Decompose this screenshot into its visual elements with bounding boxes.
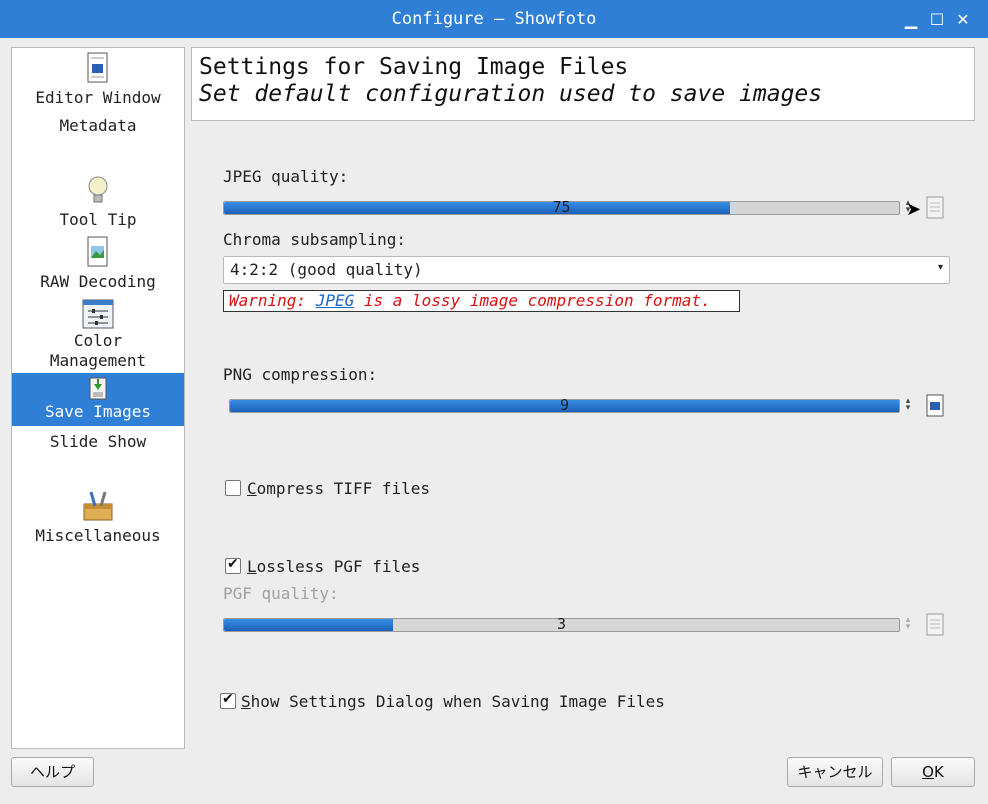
sidebar-item-label: Color — [73, 331, 123, 350]
warning-prefix: Warning: — [229, 291, 316, 310]
lossless-pgf-checkbox[interactable]: ✔ — [225, 556, 241, 574]
toolbox-icon — [83, 491, 113, 521]
window-controls: ▁ ☐ ✕ — [898, 0, 976, 38]
sidebar-item-label: Management — [49, 351, 147, 370]
sidebar-item-label: Editor Window — [35, 88, 161, 107]
page-title: Settings for Saving Image Files — [199, 54, 629, 80]
sidebar-item-miscellaneous[interactable]: Miscellaneous — [12, 490, 184, 550]
png-compression-label: PNG compression: — [223, 365, 378, 384]
color-management-icon — [82, 299, 114, 329]
jpeg-link[interactable]: JPEG — [316, 291, 355, 310]
mouse-cursor-icon: ➤ — [906, 199, 922, 220]
compress-tiff-checkbox[interactable] — [225, 480, 241, 496]
window-title: Configure — Showfoto — [391, 9, 597, 29]
show-settings-dialog-label[interactable]: Show Settings Dialog when Saving Image F… — [241, 692, 665, 711]
close-icon[interactable]: ✕ — [950, 10, 976, 29]
compress-tiff-label[interactable]: Compress TIFF files — [247, 479, 430, 498]
jpeg-quality-slider[interactable]: 75 — [223, 198, 900, 216]
sidebar-item-color-management[interactable]: Color Management — [12, 299, 184, 371]
sidebar-item-label: RAW Decoding — [40, 272, 156, 291]
cancel-button[interactable]: キャンセル — [787, 757, 883, 787]
sidebar-item-label: Miscellaneous — [35, 526, 161, 545]
show-settings-dialog-checkbox[interactable]: ✔ — [220, 691, 236, 709]
sidebar-item-label: Slide Show — [49, 432, 147, 451]
sidebar-item-tool-tip[interactable]: Tool Tip — [12, 174, 184, 234]
page-subtitle: Set default configuration used to save i… — [199, 81, 823, 107]
chroma-subsampling-label: Chroma subsampling: — [223, 230, 407, 249]
chroma-subsampling-select[interactable]: 4:2:2 (good quality) ▾ — [223, 256, 950, 284]
sidebar-item-slide-show[interactable]: Slide Show — [12, 428, 184, 456]
reset-document-icon[interactable] — [925, 196, 945, 220]
lossless-pgf-label[interactable]: Lossless PGF files — [247, 557, 420, 576]
pgf-quality-label: PGF quality: — [223, 584, 339, 603]
sidebar-item-metadata[interactable]: Metadata — [12, 112, 184, 140]
pgf-quality-value: 3 — [556, 615, 567, 633]
sidebar-item-raw-decoding[interactable]: RAW Decoding — [12, 236, 184, 296]
help-button[interactable]: ヘルプ — [11, 757, 94, 787]
chroma-subsampling-value: 4:2:2 (good quality) — [230, 260, 423, 279]
sidebar-item-save-images[interactable]: Save Images — [12, 373, 184, 426]
reset-document-icon[interactable] — [925, 394, 945, 418]
ok-button[interactable]: OK — [891, 757, 975, 787]
window-titlebar: Configure — Showfoto — [0, 0, 988, 38]
pgf-quality-spin[interactable]: ▴ ▾ — [903, 616, 913, 632]
sidebar-item-label: Metadata — [59, 116, 137, 135]
maximize-icon[interactable]: ☐ — [924, 10, 950, 29]
png-compression-slider[interactable]: 9 — [229, 396, 900, 414]
jpeg-quality-label: JPEG quality: — [223, 167, 349, 186]
reset-document-icon[interactable] — [925, 613, 945, 637]
sidebar-item-label: Tool Tip — [59, 210, 137, 229]
sidebar-item-label: Save Images — [45, 402, 151, 421]
lightbulb-icon — [88, 176, 108, 203]
jpeg-quality-value: 75 — [552, 198, 571, 216]
checkmark-icon: ✔ — [227, 556, 239, 572]
jpeg-warning: Warning: JPEG is a lossy image compressi… — [223, 290, 740, 312]
page-header: Settings for Saving Image Files Set defa… — [191, 47, 975, 121]
pgf-quality-slider[interactable]: 3 — [223, 615, 900, 633]
save-icon — [89, 377, 107, 400]
warning-suffix: is a lossy image compression format. — [354, 291, 711, 310]
png-compression-spin[interactable]: ▴ ▾ — [903, 397, 913, 413]
minimize-icon[interactable]: ▁ — [898, 10, 924, 29]
checkmark-icon: ✔ — [222, 691, 234, 707]
sidebar: Editor Window Metadata Tool Tip RAW Deco… — [11, 47, 185, 749]
image-icon — [87, 236, 108, 267]
chevron-down-icon: ▾ — [937, 262, 943, 273]
document-icon — [87, 52, 108, 83]
png-compression-value: 9 — [559, 396, 570, 414]
